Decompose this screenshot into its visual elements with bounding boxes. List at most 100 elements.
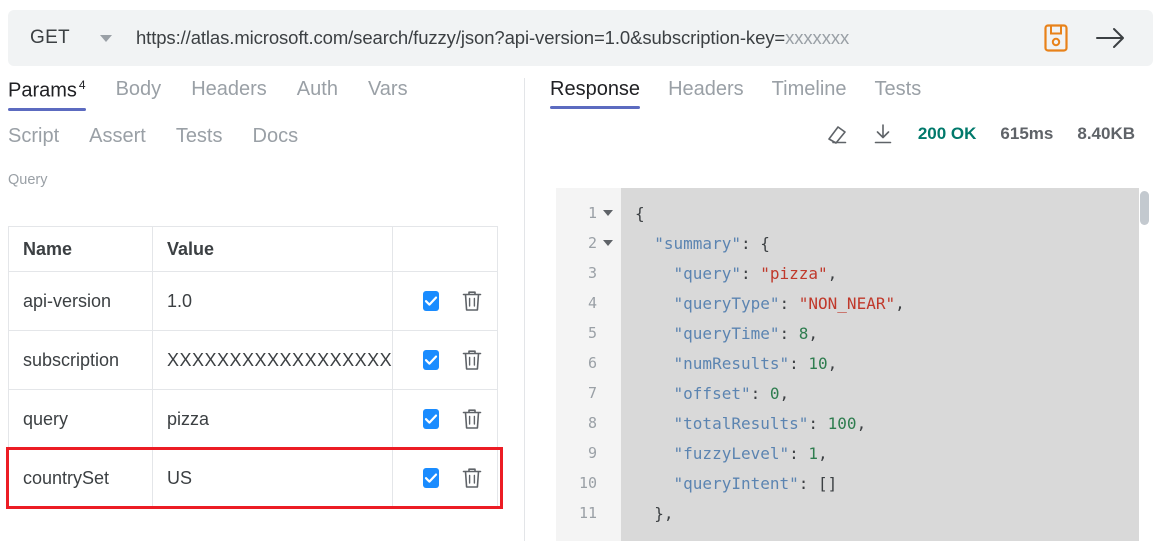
actions-group [407,348,483,372]
eraser-icon[interactable] [826,123,848,145]
http-method-label[interactable]: GET [30,27,70,49]
trash-icon[interactable] [461,466,483,490]
code-token: "summary" [654,233,741,253]
param-actions-cell [392,330,498,390]
code-token: , [827,353,838,373]
tab-auth[interactable]: Auth [297,78,338,109]
url-text-visible: https://atlas.microsoft.com/search/fuzzy… [135,27,786,48]
code-line: "queryType": "NON_NEAR", [635,288,1139,318]
param-enabled-checkbox[interactable] [423,409,439,429]
trash-icon[interactable] [461,348,483,372]
line-number: 11 [556,498,621,528]
param-enabled-checkbox[interactable] [423,350,439,370]
response-tab-timeline[interactable]: Timeline [772,78,847,109]
table-row[interactable]: countrySet US [8,448,498,508]
code-token: : [808,413,828,433]
code-token: , [827,263,838,283]
tab-headers[interactable]: Headers [191,78,267,109]
response-meta-bar: 200 OK 615ms 8.40KB [525,123,1161,145]
fold-toggle-icon[interactable] [603,240,613,246]
code-token: "fuzzyLevel" [673,443,790,463]
url-text-masked: xxxxxxx [785,27,850,48]
trash-icon[interactable] [461,289,483,313]
status-badge: 200 OK [917,124,977,143]
save-floppy-icon[interactable] [1043,23,1069,53]
param-name-cell[interactable]: query [8,389,153,449]
tab-label: Docs [252,124,299,147]
code-token: , [808,323,819,343]
response-scrollbar-thumb[interactable] [1140,191,1149,225]
response-tab-response[interactable]: Response [550,78,641,109]
param-value-cell[interactable]: 1.0 [152,271,393,331]
line-number: 5 [556,318,621,348]
arrow-right-icon[interactable] [1095,25,1127,51]
code-line: "queryTime": 8, [635,318,1139,348]
code-token: : [] [798,473,838,493]
chevron-down-icon[interactable] [99,34,112,42]
code-token: 1 [808,443,819,463]
trash-icon[interactable] [461,407,483,431]
param-enabled-checkbox[interactable] [423,291,439,311]
code-token: 8 [798,323,809,343]
actions-group [407,289,483,313]
code-token: "pizza" [760,263,828,283]
tab-label: Vars [367,78,408,100]
table-row[interactable]: api-version 1.0 [8,271,498,331]
line-number-value: 11 [578,504,597,522]
param-name-cell[interactable]: api-version [8,271,153,331]
code-token: , [895,293,905,313]
fold-toggle-icon[interactable] [603,210,613,216]
code-token: "offset" [673,383,751,403]
tab-vars[interactable]: Vars [368,78,408,109]
code-line: "offset": 0, [635,378,1139,408]
tab-params[interactable]: Params 4 [8,78,86,111]
response-tab-headers[interactable]: Headers [668,78,744,109]
params-table: Name Value api-version 1.0 subscription XXX… [8,226,498,508]
response-body-viewer[interactable]: 1 2 3 4 5 6 7 8 9 10 11 { "summary": { "query": "p… [556,188,1139,541]
response-tab-tests[interactable]: Tests [875,78,922,109]
actions-group [407,407,483,431]
line-number: 6 [556,348,621,378]
code-token: "NON_NEAR" [798,293,896,313]
tab-label: Tests [175,124,223,147]
code-token: : [789,443,809,463]
json-code-content[interactable]: { "summary": { "query": "pizza", "queryT… [621,188,1139,541]
code-token: , [818,443,828,463]
tab-script[interactable]: Script [8,125,59,156]
code-token: "queryType" [673,293,780,313]
param-value-cell[interactable]: pizza [152,389,393,449]
response-scrollbar-track[interactable] [1140,188,1149,541]
code-line: "queryIntent": [] [635,468,1139,498]
table-row[interactable]: subscription XXXXXXXXXXXXXXXXXX [8,330,498,390]
column-header-value: Value [152,226,393,272]
download-icon[interactable] [872,123,894,145]
line-number: 10 [556,468,621,498]
tab-tests[interactable]: Tests [176,125,223,156]
line-number-value: 5 [587,324,597,342]
tab-label: Headers [668,78,744,100]
line-number-value: 2 [587,234,597,252]
line-number-value: 8 [587,414,597,432]
column-header-actions [392,226,498,272]
tab-assert[interactable]: Assert [89,125,146,156]
param-value-cell[interactable]: US [152,448,393,508]
tab-body[interactable]: Body [116,78,162,109]
line-number: 3 [556,258,621,288]
params-table-header-row: Name Value [8,226,498,272]
code-line: "numResults": 10, [635,348,1139,378]
url-bar: GET https://atlas.microsoft.com/search/f… [8,10,1153,66]
line-number: 2 [556,228,621,258]
tab-label: Body [115,78,162,100]
table-row[interactable]: query pizza [8,389,498,449]
param-name-cell[interactable]: countrySet [8,448,153,508]
param-value-cell[interactable]: XXXXXXXXXXXXXXXXXX [152,330,393,390]
code-token: "queryTime" [673,323,780,343]
param-enabled-checkbox[interactable] [423,468,439,488]
param-name-cell[interactable]: subscription [8,330,153,390]
url-input[interactable]: https://atlas.microsoft.com/search/fuzzy… [136,27,849,49]
code-token: "queryIntent" [673,473,799,493]
line-number: 8 [556,408,621,438]
tab-docs[interactable]: Docs [253,125,299,156]
param-actions-cell [392,271,498,331]
line-number-value: 6 [587,354,597,372]
